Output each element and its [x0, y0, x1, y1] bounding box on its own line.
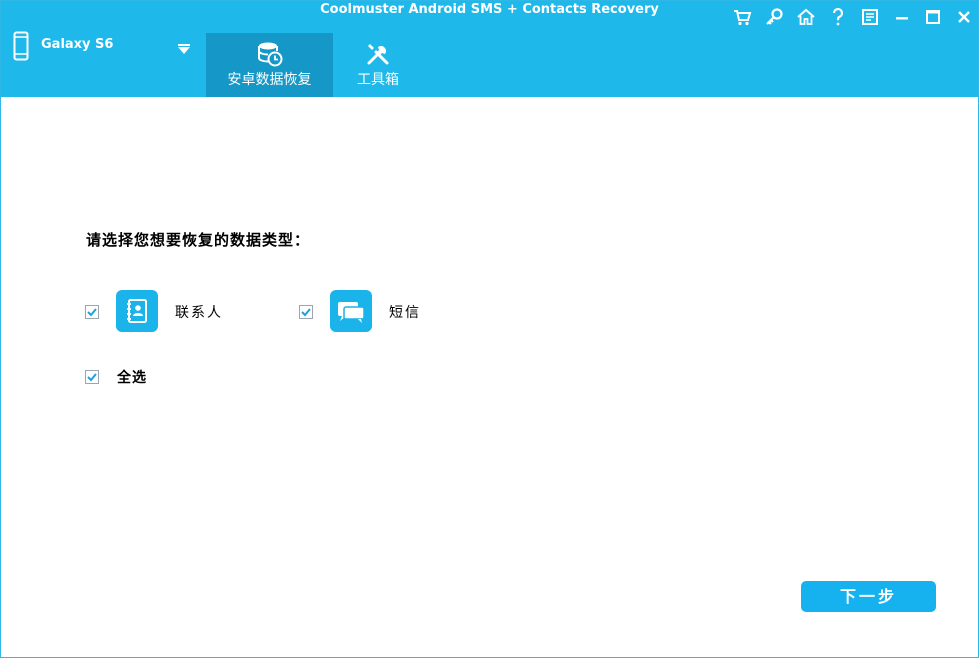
app-window: Coolmuster Android SMS + Contacts Recove…: [0, 0, 979, 658]
close-icon[interactable]: [954, 7, 974, 27]
select-all-checkbox[interactable]: [85, 370, 99, 384]
phone-icon: [13, 31, 29, 65]
home-icon[interactable]: [796, 7, 816, 27]
tab-toolbox[interactable]: 工具箱: [333, 33, 423, 97]
contacts-label: 联系人: [175, 305, 223, 321]
help-icon[interactable]: [828, 7, 848, 27]
cart-icon[interactable]: [732, 7, 752, 27]
tab-label: 安卓数据恢复: [227, 72, 312, 88]
feedback-icon[interactable]: [860, 7, 880, 27]
page-heading: 请选择您想要恢复的数据类型：: [86, 231, 311, 249]
tools-icon: [365, 41, 391, 71]
select-all-label: 全选: [117, 370, 147, 386]
device-selector[interactable]: Galaxy S6: [13, 31, 193, 61]
key-icon[interactable]: [764, 7, 784, 27]
contacts-tile[interactable]: [116, 290, 158, 332]
title-bar: Coolmuster Android SMS + Contacts Recove…: [1, 1, 978, 97]
tab-label: 工具箱: [357, 72, 399, 88]
minimize-icon[interactable]: [892, 7, 912, 27]
database-clock-icon: [257, 41, 283, 71]
next-step-button[interactable]: 下一步: [801, 581, 936, 612]
contacts-book-icon: [116, 299, 158, 336]
messages-tile[interactable]: [330, 290, 372, 332]
messages-label: 短信: [389, 305, 421, 321]
tab-android-data-recovery[interactable]: 安卓数据恢复: [206, 33, 333, 97]
messages-checkbox[interactable]: [299, 305, 313, 319]
triangle-down-icon[interactable]: [177, 39, 191, 58]
contacts-checkbox[interactable]: [85, 305, 99, 319]
maximize-icon[interactable]: [923, 7, 943, 27]
message-bubbles-icon: [330, 302, 372, 336]
device-name: Galaxy S6: [41, 37, 114, 52]
